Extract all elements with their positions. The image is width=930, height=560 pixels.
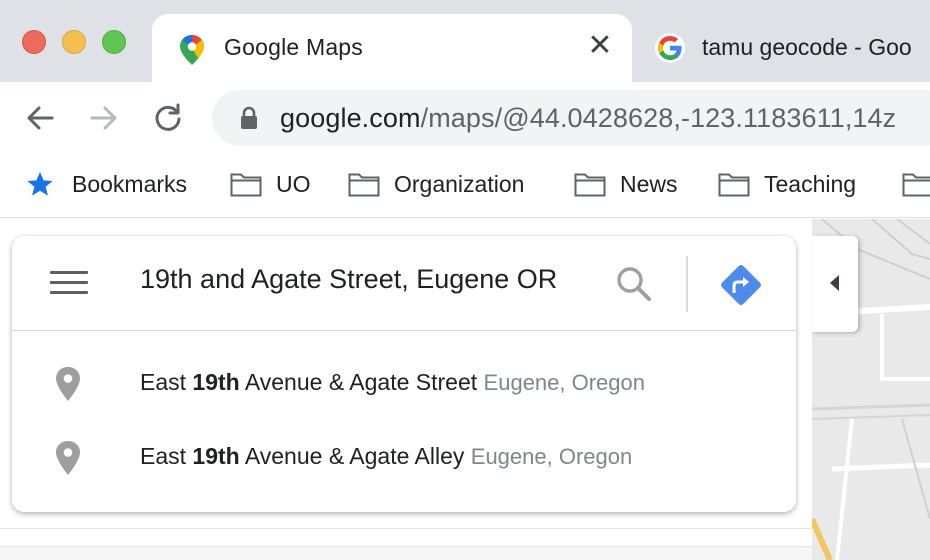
folder-icon (902, 173, 930, 197)
search-card: 19th and Agate Street, Eugene OR East 19… (12, 236, 796, 512)
suggestion-text: East 19th Avenue & Agate Alley Eugene, O… (140, 443, 632, 470)
back-arrow-icon[interactable] (22, 100, 58, 136)
forward-arrow-icon[interactable] (86, 100, 122, 136)
bookmark-bookmarks[interactable]: Bookmarks (26, 166, 187, 202)
window-maximize-button[interactable] (102, 30, 126, 54)
caret-left-icon (830, 275, 839, 291)
url-host: google.com (280, 103, 421, 133)
location-pin-icon (56, 441, 80, 475)
search-icon[interactable] (614, 264, 654, 304)
google-maps-icon (180, 35, 204, 65)
bookmark-label: Organization (394, 170, 525, 197)
star-icon (27, 172, 53, 196)
suggestion-match: 19th (192, 443, 240, 469)
map-viewport[interactable]: 19th and Agate Street, Eugene OR East 19… (0, 219, 930, 560)
tab-title: tamu geocode - Goo (702, 34, 912, 60)
suggestion-rest: Avenue & Agate Street (239, 369, 478, 395)
suggestion-prefix: East (140, 443, 193, 469)
browser-toolbar: google.com/maps/@44.0428628,-123.1183611… (0, 82, 930, 154)
address-bar[interactable]: google.com/maps/@44.0428628,-123.1183611… (212, 90, 930, 146)
url-text[interactable]: google.com/maps/@44.0428628,-123.1183611… (280, 103, 896, 134)
suggestion-rest: Avenue & Agate Alley (239, 443, 465, 469)
tab-google-maps[interactable]: Google Maps ✕ (152, 14, 632, 82)
tab-title: Google Maps (224, 34, 363, 60)
bookmark-folder-organization[interactable]: Organization (348, 166, 524, 202)
folder-icon (348, 173, 380, 197)
window-close-button[interactable] (22, 30, 46, 54)
suggestion-match: 19th (192, 369, 240, 395)
window-minimize-button[interactable] (62, 30, 86, 54)
bookmark-label: News (620, 170, 678, 197)
panel-divider (0, 528, 812, 529)
bookmark-label: Bookmarks (72, 170, 188, 197)
google-g-icon (655, 33, 685, 63)
folder-icon (718, 173, 750, 197)
url-path: /maps/@44.0428628,-123.1183611,14z (420, 103, 897, 133)
tab-close-icon[interactable]: ✕ (586, 31, 614, 61)
lock-icon[interactable] (238, 106, 260, 130)
search-row: 19th and Agate Street, Eugene OR (12, 236, 796, 331)
bookmark-folder-news[interactable]: News (574, 166, 678, 202)
suggestion-text: East 19th Avenue & Agate Street Eugene, … (140, 369, 645, 396)
tab-tamu-geocode[interactable]: tamu geocode - Goo (636, 14, 930, 82)
suggestion-item[interactable]: East 19th Avenue & Agate Street Eugene, … (12, 348, 796, 420)
bookmark-folder-teaching[interactable]: Teaching (718, 166, 856, 202)
suggestion-locality: Eugene, Oregon (470, 444, 633, 469)
collapse-panel-button[interactable] (812, 236, 858, 332)
reload-icon[interactable] (150, 100, 186, 136)
folder-icon (230, 173, 262, 197)
bookmark-folder-overflow[interactable] (902, 166, 930, 202)
search-divider (686, 256, 688, 312)
suggestion-prefix: East (140, 369, 193, 395)
directions-icon[interactable] (718, 262, 764, 308)
location-pin-icon (56, 367, 80, 401)
folder-icon (574, 173, 606, 197)
suggestion-item[interactable]: East 19th Avenue & Agate Alley Eugene, O… (12, 422, 796, 494)
bookmark-label: Teaching (764, 170, 857, 197)
bookmark-label: UO (276, 170, 311, 197)
suggestion-locality: Eugene, Oregon (483, 370, 646, 395)
search-input[interactable]: 19th and Agate Street, Eugene OR (140, 264, 557, 295)
bookmarks-bar: Bookmarks UO Organization News Teaching (0, 154, 930, 218)
panel-footer (0, 546, 812, 560)
bookmark-folder-uo[interactable]: UO (230, 166, 311, 202)
menu-icon[interactable] (50, 271, 88, 297)
tab-strip: Google Maps ✕ tamu geocode - Goo (0, 0, 930, 82)
